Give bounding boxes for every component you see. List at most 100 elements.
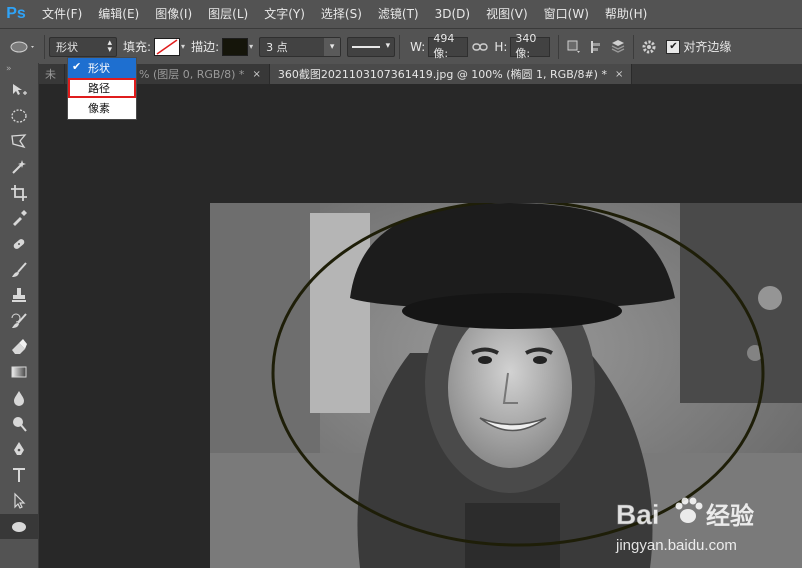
move-icon (13, 83, 27, 95)
path-alignment-icon (591, 40, 601, 53)
menu-window[interactable]: 窗口(W) (536, 0, 597, 28)
toolbox: » (0, 63, 39, 568)
history-brush-tool[interactable] (0, 308, 38, 334)
eyedropper-icon (13, 210, 27, 227)
blur-drop-icon (14, 391, 24, 407)
chevron-down-icon: ▾ (324, 37, 341, 56)
mode-option-label: 路径 (88, 82, 110, 95)
menu-help[interactable]: 帮助(H) (597, 0, 655, 28)
magic-wand-icon (12, 159, 26, 174)
eraser-icon (12, 338, 27, 354)
path-operations-icon (567, 40, 581, 53)
ellipse-icon (10, 41, 34, 52)
checkmark-icon: ✔ (669, 40, 678, 52)
checkmark-icon: ✔ (72, 60, 82, 73)
height-field[interactable]: 340 像: (510, 32, 551, 60)
chevron-down-icon: ▾ (249, 42, 254, 51)
document-canvas[interactable] (210, 203, 802, 568)
path-arrangement-button[interactable] (607, 36, 629, 58)
menu-layer[interactable]: 图层(L) (200, 0, 256, 28)
stroke-swatch[interactable] (222, 37, 249, 56)
close-icon[interactable]: × (252, 69, 260, 80)
divider (399, 34, 401, 59)
stamp-tool[interactable] (0, 283, 38, 309)
tool-mode-select[interactable]: 形状 ▴ ▾ (49, 36, 117, 57)
toolbox-collapse-grip[interactable]: » (0, 63, 38, 77)
menu-select[interactable]: 选择(S) (313, 0, 370, 28)
photoshop-logo: Ps (6, 5, 26, 22)
mode-option-label: 形状 (88, 62, 110, 75)
clone-stamp-icon (12, 288, 26, 303)
tool-mode-value: 形状 (56, 40, 78, 54)
chevron-down-icon: ▾ (181, 42, 186, 51)
tool-preset-picker[interactable] (6, 36, 40, 58)
path-select-tool[interactable] (0, 488, 38, 514)
crop-tool[interactable] (0, 180, 38, 206)
stroke-width-value: 3 点 (266, 40, 288, 54)
path-select-arrow-icon (14, 492, 26, 509)
pen-icon (14, 442, 24, 456)
stroke-line-preview (352, 45, 381, 48)
tab-label: % (图层 0, RGB/8) * (139, 68, 245, 81)
chevron-updown-icon: ▴ ▾ (107, 37, 112, 55)
width-label: W: (410, 39, 426, 54)
menu-image[interactable]: 图像(I) (147, 0, 200, 28)
align-edges-checkbox[interactable]: ✔ (666, 39, 681, 54)
chevron-down-icon: ▾ (385, 40, 391, 51)
mode-option-label: 像素 (88, 102, 110, 115)
blur-tool[interactable] (0, 385, 38, 411)
stroke-label: 描边: (191, 40, 220, 54)
ellipse-shape-icon (12, 521, 26, 532)
gear-icon (642, 40, 656, 53)
pen-tool[interactable] (0, 437, 38, 463)
divider (558, 34, 560, 59)
link-icon[interactable] (471, 40, 489, 54)
crop-icon (11, 184, 27, 201)
mode-option-pixels[interactable]: 像素 (68, 98, 136, 118)
marquee-tool[interactable] (0, 103, 38, 129)
path-operations-button[interactable] (563, 36, 585, 58)
type-icon (13, 468, 25, 483)
ellipse-tool[interactable] (0, 513, 38, 540)
fill-label: 填充: (123, 40, 152, 54)
gradient-tool[interactable] (0, 360, 38, 386)
height-label: H: (494, 39, 508, 54)
path-arrangement-icon (612, 39, 625, 53)
doc-tab-3[interactable]: 360截图20211031073614​19.jpg @ 100% (椭圆 1,… (269, 64, 633, 84)
mode-option-shape[interactable]: ✔ 形状 (68, 58, 136, 78)
menu-file[interactable]: 文件(F) (34, 0, 90, 28)
fill-swatch[interactable] (154, 37, 181, 56)
menu-filter[interactable]: 滤镜(T) (370, 0, 427, 28)
menu-bar: Ps 文件(F) 编辑(E) 图像(I) 图层(L) 文字(Y) 选择(S) 滤… (0, 0, 802, 28)
magic-wand-tool[interactable] (0, 154, 38, 180)
menu-edit[interactable]: 编辑(E) (90, 0, 147, 28)
gradient-icon (11, 366, 27, 378)
elliptical-marquee-icon (11, 108, 27, 123)
stroke-type-select[interactable]: ▾ (347, 36, 396, 57)
path-alignment-button[interactable] (585, 36, 607, 58)
settings-button[interactable] (638, 36, 660, 58)
width-field[interactable]: 494 像: (428, 32, 469, 60)
type-tool[interactable] (0, 462, 38, 488)
doc-tab-1[interactable]: 未 (39, 64, 65, 84)
align-edges-label: 对齐边缘 (683, 40, 732, 54)
polygonal-lasso-icon (11, 134, 27, 149)
menu-view[interactable]: 视图(V) (478, 0, 536, 28)
stroke-width-select[interactable]: 3 点 ▾ (259, 36, 342, 57)
tab-label: 360截图20211031073614​19.jpg @ 100% (椭圆 1,… (277, 68, 607, 81)
mode-option-path[interactable]: 路径 (68, 78, 136, 98)
portrait-photo (210, 203, 802, 568)
divider (44, 34, 45, 59)
move-tool[interactable] (0, 77, 38, 103)
menu-type[interactable]: 文字(Y) (256, 0, 313, 28)
brush-tool[interactable] (0, 257, 38, 283)
dodge-tool[interactable] (0, 411, 38, 437)
bandage-icon (13, 239, 25, 249)
close-icon[interactable]: × (615, 69, 623, 80)
lasso-tool[interactable] (0, 128, 38, 154)
eraser-tool[interactable] (0, 334, 38, 360)
eyedropper-tool[interactable] (0, 205, 38, 231)
document-tab-bar: 未 % (图层 0, RGB/8) * × 360截图2021103107361… (39, 64, 802, 84)
menu-3d[interactable]: 3D(D) (427, 0, 478, 28)
healing-tool[interactable] (0, 231, 38, 257)
